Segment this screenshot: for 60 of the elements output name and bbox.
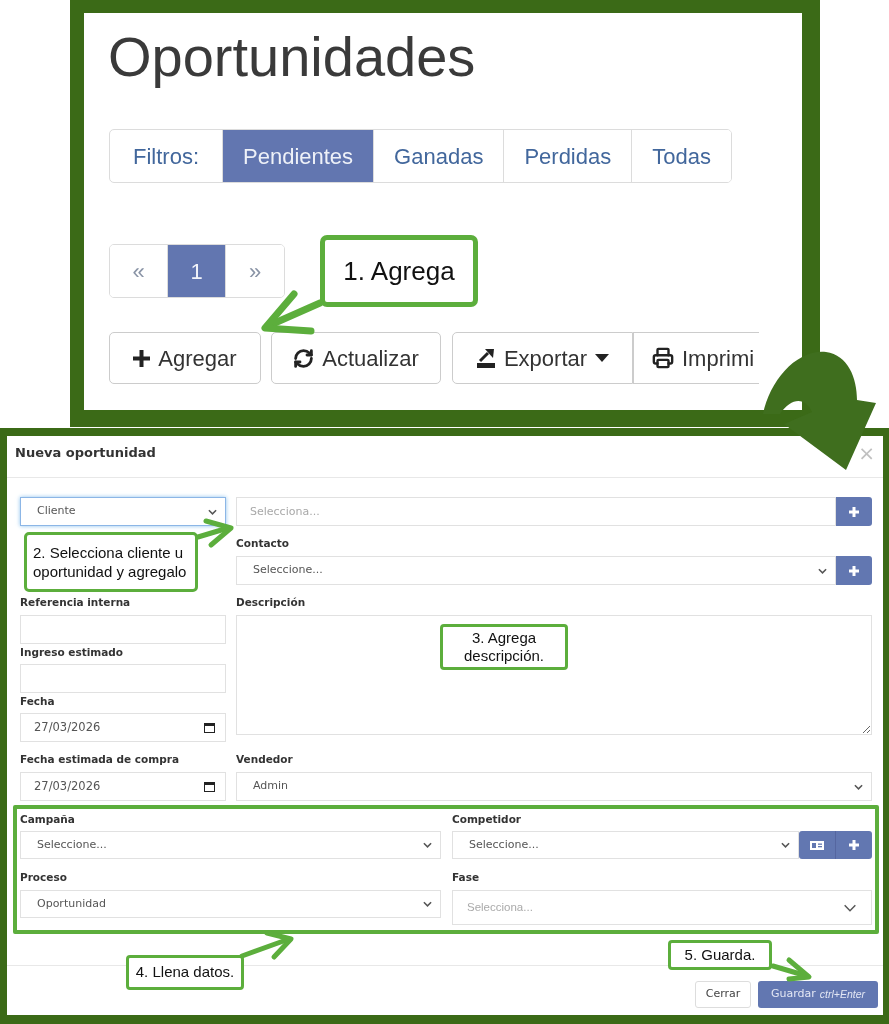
field-label: Campaña: [20, 812, 76, 826]
field-label: Ingreso estimado: [20, 645, 125, 659]
date-field[interactable]: 27/03/2026: [20, 772, 226, 801]
chevron-down-icon: [423, 901, 432, 907]
pagination-button[interactable]: 1: [168, 245, 226, 297]
field-label: Fecha: [20, 694, 56, 708]
calendar-icon: [204, 722, 215, 733]
plus-icon: [133, 349, 151, 367]
card-button[interactable]: [799, 831, 836, 859]
caret-icon: [595, 354, 610, 362]
id-card-icon: [810, 840, 824, 850]
select-field[interactable]: Seleccione...: [236, 556, 836, 585]
field-label: Contacto: [236, 536, 290, 550]
description-field[interactable]: [236, 615, 872, 735]
chevron-down-icon: [208, 508, 217, 515]
calendar-icon: [204, 781, 215, 792]
close-dialog-button[interactable]: Cerrar: [695, 981, 751, 1008]
toolbar-button[interactable]: Imprimi: [633, 332, 759, 384]
field-label: Fase: [452, 870, 480, 884]
field-label: Referencia interna: [20, 595, 132, 609]
callout-box: 2. Selecciona cliente u oportunidad y agregalo: [24, 532, 198, 592]
callout-box: 4. Llena datos.: [126, 955, 244, 990]
chevron-down-icon: [854, 783, 863, 790]
input-field[interactable]: [20, 615, 226, 644]
callout-box: 5. Guarda.: [668, 940, 772, 970]
add-button[interactable]: [836, 497, 872, 526]
export-icon: [475, 348, 496, 368]
add-button[interactable]: [836, 556, 872, 585]
plus-icon: [849, 840, 859, 850]
field-label: Descripción: [236, 595, 307, 609]
search-field[interactable]: Selecciona...: [236, 497, 836, 526]
toolbar-button[interactable]: Exportar: [452, 332, 633, 384]
field-label: Proceso: [20, 870, 68, 884]
chevron-down-icon: [423, 842, 432, 848]
modal-title: Nueva oportunidad: [15, 443, 156, 462]
chevron-down-icon: [843, 903, 857, 912]
field-label: Competidor: [452, 812, 523, 826]
add-button[interactable]: [836, 831, 872, 859]
select-field[interactable]: Cliente: [20, 497, 226, 526]
chevron-down-icon: [818, 567, 827, 574]
refresh-icon: [293, 347, 315, 369]
date-field[interactable]: 27/03/2026: [20, 713, 226, 742]
input-field[interactable]: [20, 664, 226, 693]
select-field[interactable]: Seleccione...: [20, 831, 441, 859]
filter-tab[interactable]: Pendientes: [223, 130, 375, 182]
field-label: Fecha estimada de compra: [20, 752, 181, 766]
plus-icon: [849, 506, 859, 517]
select-field[interactable]: Admin: [236, 772, 872, 801]
select-field[interactable]: Oportunidad: [20, 890, 441, 918]
save-button[interactable]: Guardar ctrl+Enter: [758, 981, 878, 1008]
pointer-arrow: [770, 957, 812, 982]
printer-icon: [652, 347, 674, 369]
callout-box: 3. Agrega descripción.: [440, 624, 568, 670]
select-field[interactable]: Seleccione...: [452, 831, 799, 859]
callout-box: 1. Agrega: [320, 235, 478, 307]
toolbar-button[interactable]: Agregar: [109, 332, 261, 384]
toolbar-button[interactable]: Actualizar: [271, 332, 441, 384]
chevron-down-icon: [781, 842, 790, 848]
field-label: Vendedor: [236, 752, 294, 766]
plus-icon: [849, 565, 859, 576]
